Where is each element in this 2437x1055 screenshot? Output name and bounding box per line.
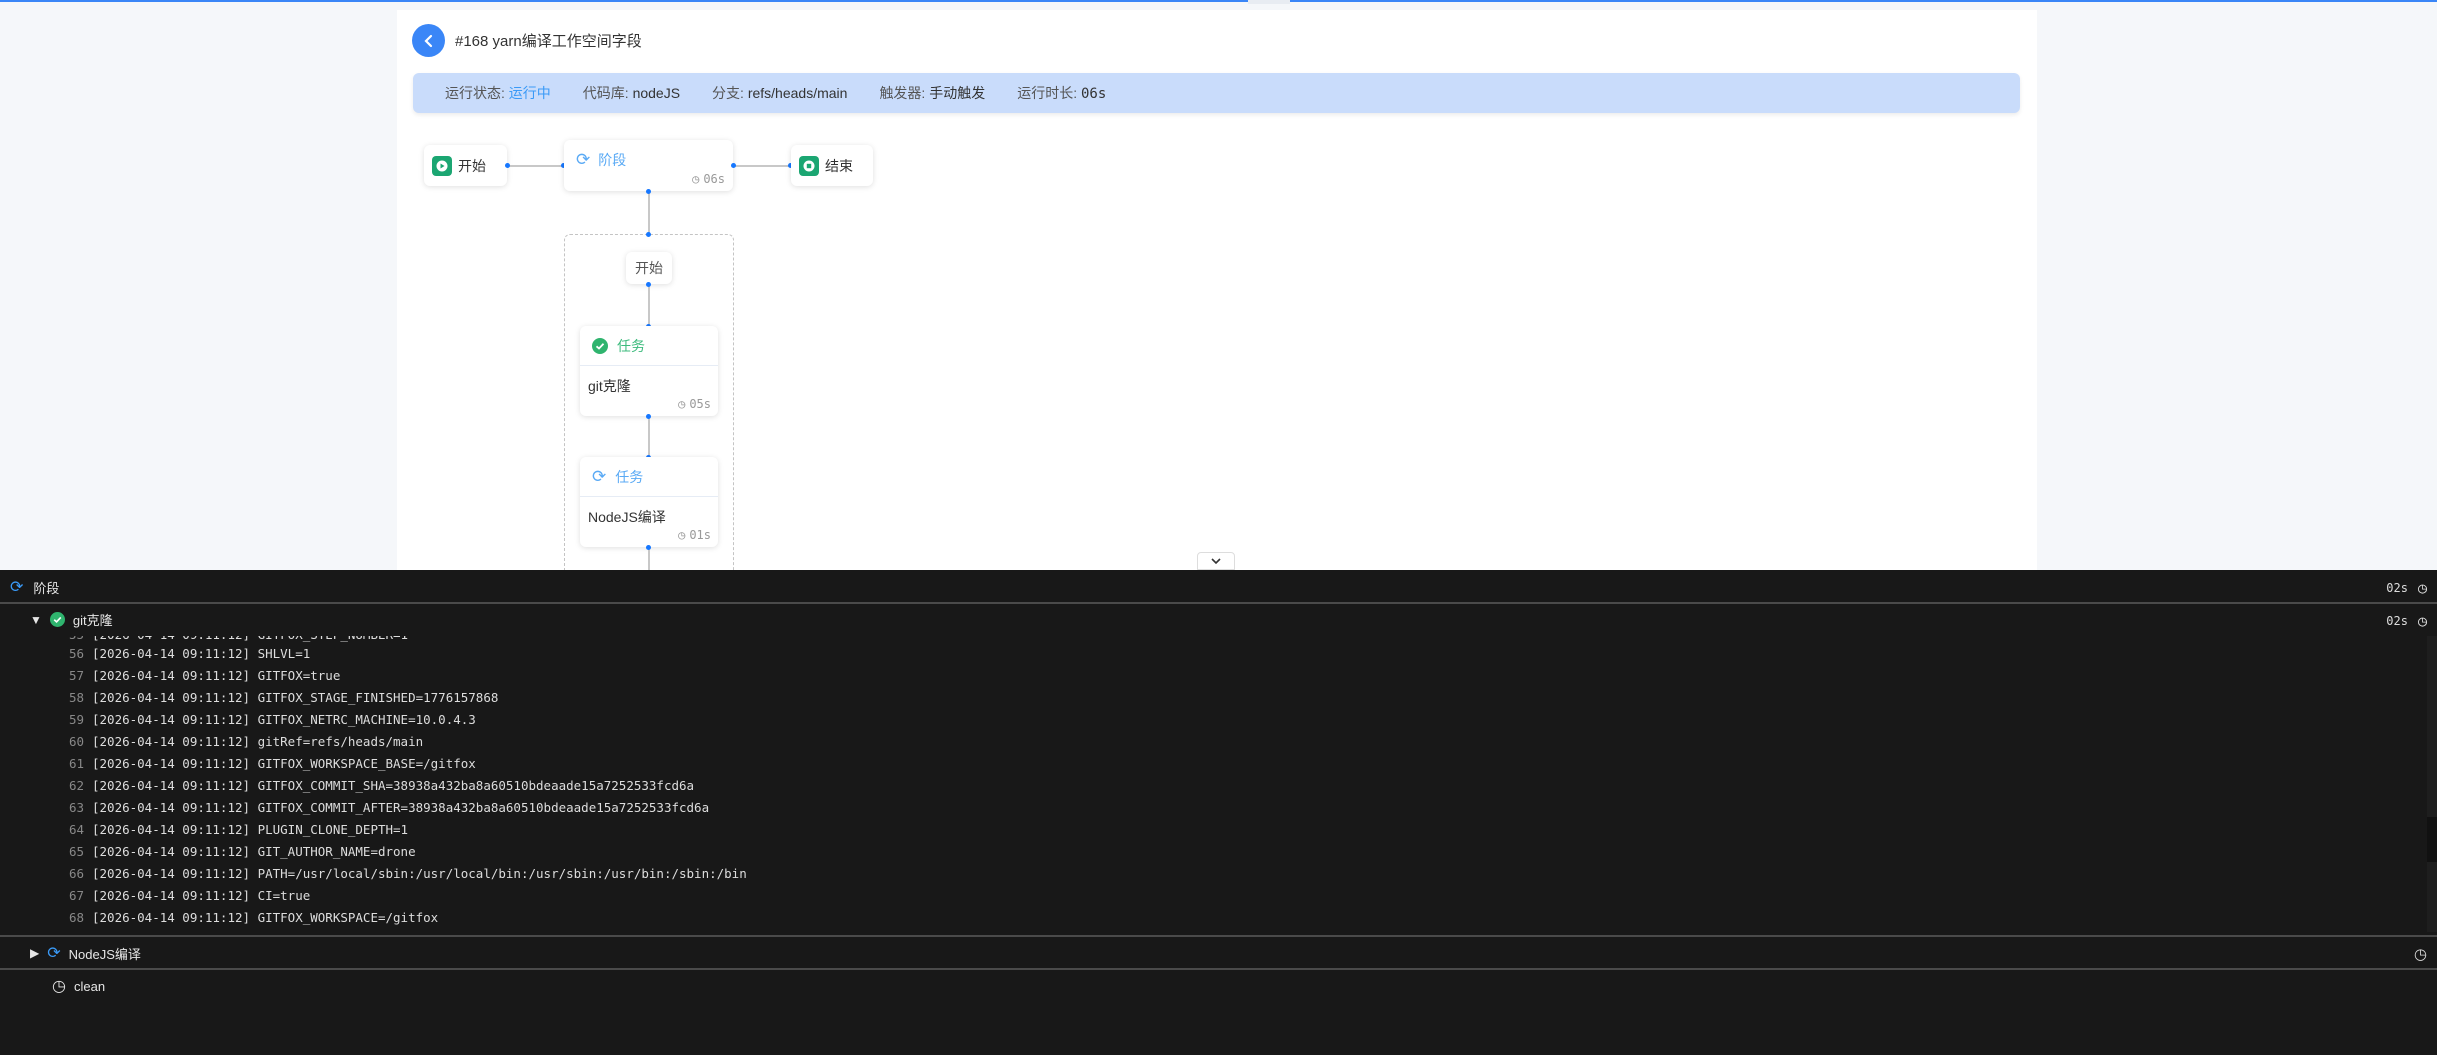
branch: 分支: refs/heads/main: [712, 85, 848, 101]
log-line: 66 [2026-04-14 09:11:12] PATH=/usr/local/…: [68, 866, 747, 881]
task-node-git-clone[interactable]: 任务 git克隆 ◷ 05s: [580, 326, 718, 416]
scrollbar[interactable]: [2427, 636, 2437, 932]
log-line: 62 [2026-04-14 09:11:12] GITFOX_COMMIT_SH…: [68, 778, 695, 793]
task-node-nodejs-build[interactable]: ⟳ 任务 NodeJS编译 ◷ 01s: [580, 457, 718, 547]
inner-start-node[interactable]: 开始: [626, 252, 672, 284]
history-icon: ◷: [2413, 946, 2427, 963]
log-output: 55[2026-04-14 09:11:12] GITFOX_STEP_NUMB…: [0, 636, 2426, 932]
log-line: 67 [2026-04-14 09:11:12] CI=true: [68, 888, 311, 903]
step-nodejs-build-header[interactable]: ▶ ⟳ NodeJS编译: [30, 943, 141, 963]
back-button[interactable]: [412, 24, 445, 57]
stage-log-header[interactable]: ⟳ 阶段: [10, 577, 59, 597]
log-line: 58 [2026-04-14 09:11:12] GITFOX_STAGE_FIN…: [68, 690, 499, 705]
sync-icon: ⟳: [10, 579, 24, 596]
run-status: 运行状态: 运行中: [445, 85, 551, 101]
connector: [733, 165, 789, 167]
step-clean-header[interactable]: ◷ clean: [52, 976, 105, 996]
log-line: 64 [2026-04-14 09:11:12] PLUGIN_CLONE_DEP…: [68, 822, 409, 837]
log-line: 63 [2026-04-14 09:11:12] GITFOX_COMMIT_AF…: [68, 800, 710, 815]
sync-icon: ⟳: [592, 466, 607, 486]
log-line: 68 [2026-04-14 09:11:12] GITFOX_WORKSPACE…: [68, 910, 439, 925]
history-icon: ◷: [678, 528, 686, 542]
check-circle-icon: [49, 612, 65, 627]
start-node[interactable]: 开始: [424, 145, 507, 186]
history-icon: ◷: [2417, 612, 2427, 630]
history-icon: ◷: [678, 397, 686, 411]
chevron-down-icon: [1211, 558, 1221, 565]
log-line: 65 [2026-04-14 09:11:12] GIT_AUTHOR_NAME=…: [68, 844, 416, 859]
trigger: 触发器: 手动触发: [879, 85, 986, 101]
log-line: 59 [2026-04-14 09:11:12] GITFOX_NETRC_MAC…: [68, 712, 476, 727]
step-git-clone-header[interactable]: ▼ git克隆: [30, 610, 113, 629]
caret-down-icon: ▼: [30, 612, 42, 627]
play-icon: [432, 155, 452, 176]
log-line: 57 [2026-04-14 09:11:12] GITFOX=true: [68, 668, 341, 683]
log-line: 61 [2026-04-14 09:11:12] GITFOX_WORKSPACE…: [68, 756, 476, 771]
top-handle: [1248, 0, 1290, 4]
stage-node[interactable]: ⟳ 阶段 ◷ 06s: [564, 140, 733, 191]
page-title: #168 yarn编译工作空间字段: [455, 33, 642, 50]
duration: 运行时长: 06s: [1017, 85, 1107, 102]
log-line: 60 [2026-04-14 09:11:12] gitRef=refs/head…: [68, 734, 424, 749]
stop-icon: [799, 155, 819, 176]
log-line: 56 [2026-04-14 09:11:12] SHLVL=1: [68, 646, 311, 661]
history-icon: ◷: [2417, 579, 2427, 597]
clock-icon: ◷: [52, 978, 66, 995]
collapse-toggle-button[interactable]: [1197, 552, 1235, 570]
sync-icon: ⟳: [47, 945, 61, 962]
end-node[interactable]: 结束: [791, 145, 873, 186]
repo: 代码库: nodeJS: [582, 85, 681, 101]
connector: [507, 165, 562, 167]
history-icon: ◷: [692, 172, 700, 186]
run-info-bar: 运行状态: 运行中 代码库: nodeJS 分支: refs/heads/mai…: [413, 73, 2020, 113]
sync-icon: ⟳: [576, 150, 591, 169]
check-circle-icon: [592, 337, 608, 354]
progress-bar: [0, 0, 2437, 2]
caret-right-icon: ▶: [30, 946, 40, 960]
chevron-left-icon: [423, 34, 432, 47]
